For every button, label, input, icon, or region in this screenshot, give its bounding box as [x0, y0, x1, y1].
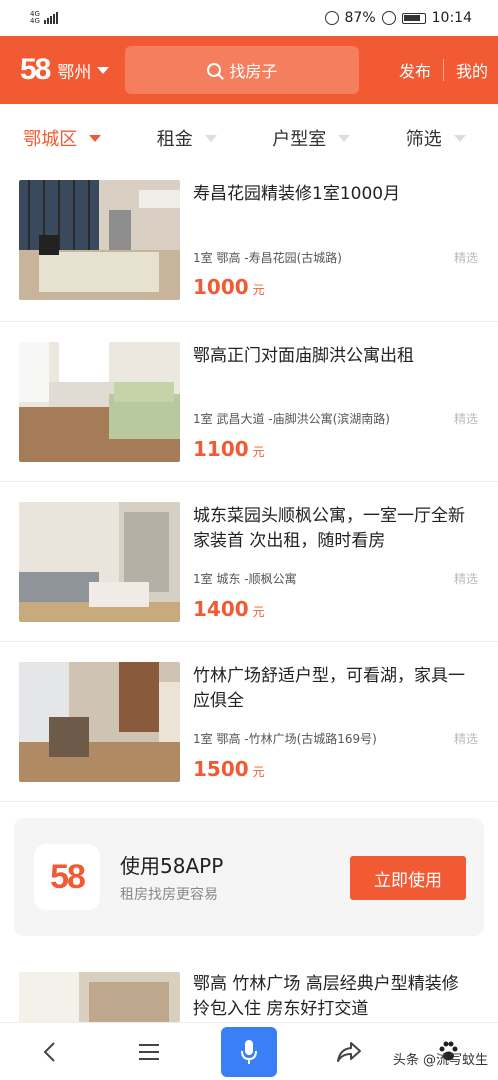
listing-price: 1000 元: [193, 275, 265, 299]
chevron-down-icon: [453, 134, 466, 142]
mine-button[interactable]: 我的: [456, 58, 488, 82]
promo-title: 使用58APP: [120, 854, 224, 878]
listing-meta: 1室 武昌大道 -庙脚洪公寓(滨湖南路): [193, 412, 390, 426]
price-value: 1500: [193, 757, 249, 781]
price-unit: 元: [252, 765, 265, 779]
listing-photo: [19, 662, 180, 782]
search-input[interactable]: 找房子: [125, 46, 360, 94]
featured-badge: 精选: [453, 251, 478, 265]
price-unit: 元: [252, 605, 265, 619]
price-value: 1100: [193, 437, 249, 461]
app-header: 58 鄂州 找房子 发布 我的: [0, 36, 498, 104]
status-bar: 4G 4G 87% 10:14: [0, 0, 498, 36]
price-value: 1400: [193, 597, 249, 621]
price-unit: 元: [252, 445, 265, 459]
app-promo-banner: 58 使用58APP 租房找房更容易 立即使用: [14, 818, 484, 936]
filter-rent[interactable]: 租金: [125, 125, 250, 151]
battery-percent: 87%: [344, 10, 376, 26]
listing-photo: [19, 972, 180, 1022]
city-selector[interactable]: 鄂州: [57, 58, 110, 83]
search-placeholder: 找房子: [229, 62, 278, 81]
voice-search-button[interactable]: [220, 1026, 277, 1077]
use-app-button[interactable]: 立即使用: [350, 856, 466, 900]
city-label: 鄂州: [57, 62, 92, 83]
browser-bottom-bar: 头条 @流写蚊生: [0, 1022, 498, 1080]
filter-district[interactable]: 鄂城区: [0, 125, 125, 151]
price-value: 1000: [193, 275, 249, 299]
listing-photo: [19, 342, 180, 462]
featured-badge: 精选: [453, 732, 478, 746]
filter-label: 筛选: [405, 129, 442, 150]
chevron-down-icon: [97, 66, 110, 74]
nfc-icon: [324, 11, 339, 25]
chevron-down-icon: [204, 134, 217, 142]
filter-more[interactable]: 筛选: [374, 125, 498, 151]
listing-meta: 1室 鄂高 -寿昌花园(古城路): [193, 251, 342, 265]
filter-layout[interactable]: 户型室: [249, 125, 374, 151]
filter-label: 租金: [156, 129, 193, 150]
app-logo: 58: [34, 844, 100, 910]
promo-subtitle: 租房找房更容易: [120, 887, 218, 903]
listing-price: 1500 元: [193, 757, 265, 781]
menu-button[interactable]: [122, 1025, 176, 1079]
listing-meta: 1室 鄂高 -竹林广场(古城路169号): [193, 732, 377, 746]
listing-title[interactable]: 鄂高 竹林广场 高层经典户型精装修 拎包入住 房东好打交道: [193, 972, 478, 1022]
watermark-text: 头条 @流写蚊生: [392, 1053, 488, 1068]
logo[interactable]: 58: [20, 53, 51, 87]
publish-button[interactable]: 发布: [399, 58, 431, 82]
mic-icon: [240, 1039, 257, 1064]
battery-icon: [401, 12, 426, 24]
featured-badge: 精选: [453, 412, 478, 426]
listing-title[interactable]: 寿昌花园精装修1室1000月: [193, 182, 478, 207]
listing-price: 1100 元: [193, 437, 265, 461]
network-indicator: 4G 4G: [30, 11, 58, 25]
listing-item[interactable]: 城东菜园头顺枫公寓，一室一厅全新家装首 次出租，随时看房 1室 城东 -顺枫公寓…: [0, 482, 498, 642]
filter-label: 户型室: [272, 129, 327, 150]
chevron-down-icon: [89, 134, 102, 142]
search-icon: [207, 63, 222, 77]
filter-bar: 鄂城区 租金 户型室 筛选: [0, 104, 498, 172]
back-button[interactable]: [23, 1025, 77, 1079]
listing-title[interactable]: 鄂高正门对面庙脚洪公寓出租: [193, 344, 478, 369]
alarm-icon: [381, 11, 396, 25]
network-sub-label: 4G: [30, 17, 40, 25]
listing-title[interactable]: 城东菜园头顺枫公寓，一室一厅全新家装首 次出租，随时看房: [193, 504, 478, 554]
listing-list: 寿昌花园精装修1室1000月 1室 鄂高 -寿昌花园(古城路) 精选 1000 元…: [0, 172, 498, 802]
app-logo-text: 58: [50, 857, 86, 896]
featured-badge: 精选: [453, 572, 478, 586]
share-icon: [337, 1041, 362, 1062]
back-icon: [43, 1041, 55, 1062]
share-button[interactable]: [322, 1025, 376, 1079]
divider: [442, 59, 444, 81]
clock: 10:14: [431, 10, 472, 26]
listing-item[interactable]: 鄂高 竹林广场 高层经典户型精装修 拎包入住 房东好打交道: [0, 952, 498, 1022]
listing-photo: [19, 180, 180, 300]
listing-meta: 1室 城东 -顺枫公寓: [193, 572, 297, 586]
listing-photo: [19, 502, 180, 622]
listing-item[interactable]: 寿昌花园精装修1室1000月 1室 鄂高 -寿昌花园(古城路) 精选 1000 元: [0, 172, 498, 322]
listing-item[interactable]: 竹林广场舒适户型，可看湖，家具一应俱全 1室 鄂高 -竹林广场(古城路169号)…: [0, 642, 498, 802]
menu-icon: [138, 1043, 159, 1060]
filter-label: 鄂城区: [23, 129, 78, 150]
price-unit: 元: [252, 283, 265, 297]
listing-price: 1400 元: [193, 597, 265, 621]
signal-icon: [43, 12, 58, 24]
chevron-down-icon: [338, 134, 351, 142]
listing-title[interactable]: 竹林广场舒适户型，可看湖，家具一应俱全: [193, 664, 478, 714]
listing-item[interactable]: 鄂高正门对面庙脚洪公寓出租 1室 武昌大道 -庙脚洪公寓(滨湖南路) 精选 11…: [0, 322, 498, 482]
